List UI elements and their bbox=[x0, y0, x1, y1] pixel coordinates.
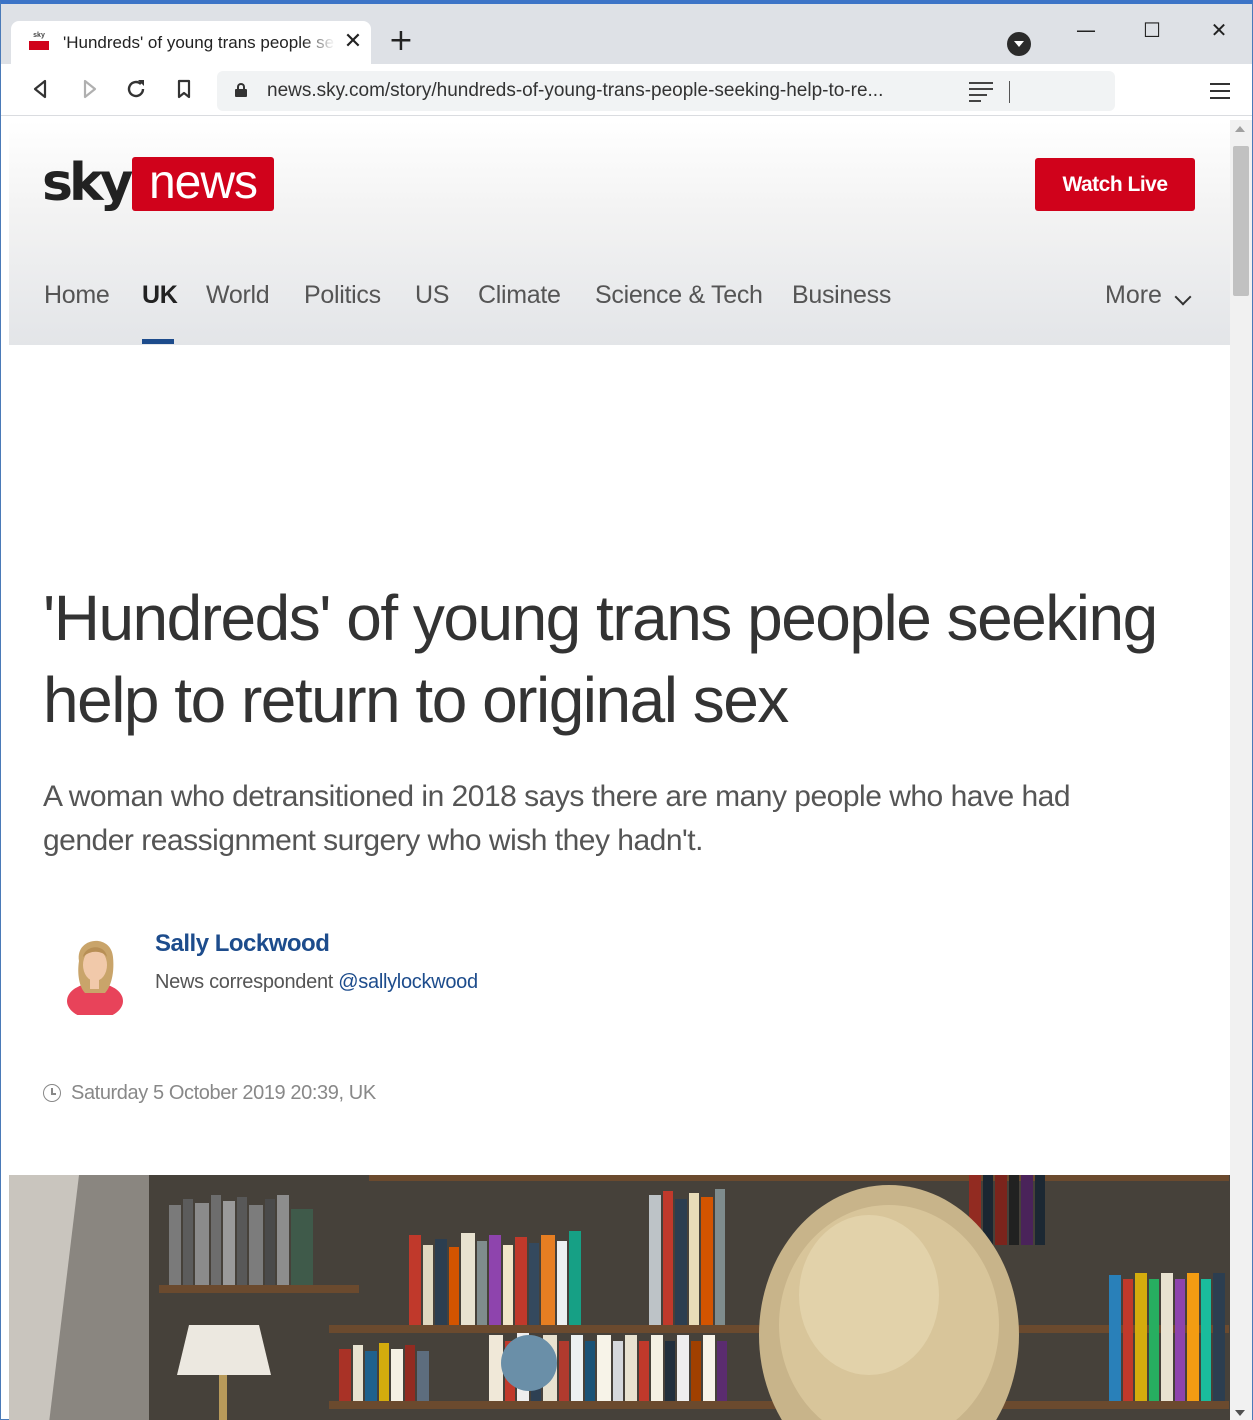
browser-toolbar: news.sky.com/story/hundreds-of-young-tra… bbox=[1, 64, 1252, 116]
nav-item-business[interactable]: Business bbox=[792, 281, 891, 310]
article-standfirst: A woman who detransitioned in 2018 says … bbox=[43, 780, 1071, 857]
clock-icon bbox=[43, 1084, 61, 1102]
minimize-button[interactable]: — bbox=[1061, 10, 1111, 50]
nav-item-uk[interactable]: UK bbox=[142, 281, 178, 310]
watch-live-button[interactable]: Watch Live bbox=[1035, 158, 1195, 211]
browser-tab[interactable]: sky 'Hundreds' of young trans people see… bbox=[11, 21, 371, 64]
article-headline: 'Hundreds' of young trans people seeking… bbox=[43, 582, 1158, 736]
forward-icon[interactable] bbox=[76, 76, 102, 102]
reader-view-icon[interactable] bbox=[969, 82, 993, 102]
omnibox-divider bbox=[1009, 81, 1010, 103]
menu-icon[interactable] bbox=[1210, 83, 1230, 99]
author-name-link[interactable]: Sally Lockwood bbox=[155, 930, 330, 958]
tab-close-icon[interactable]: ✕ bbox=[341, 30, 365, 54]
nav-item-science-tech[interactable]: Science & Tech bbox=[595, 281, 763, 310]
hero-image[interactable] bbox=[9, 1175, 1230, 1420]
nav-active-indicator bbox=[142, 339, 174, 344]
close-window-button[interactable]: ✕ bbox=[1194, 10, 1244, 50]
sky-news-favicon-icon: sky bbox=[27, 32, 51, 52]
title-bar: sky 'Hundreds' of young trans people see… bbox=[1, 4, 1252, 64]
masthead: sky news Watch Live Home UK World Politi… bbox=[9, 121, 1230, 345]
author-role-text: News correspondent bbox=[155, 971, 334, 993]
chevron-down-icon[interactable] bbox=[1174, 288, 1192, 306]
nav-item-us[interactable]: US bbox=[415, 281, 449, 310]
article-timestamp: Saturday 5 October 2019 20:39, UK bbox=[71, 1082, 376, 1104]
nav-item-home[interactable]: Home bbox=[44, 281, 110, 310]
maximize-button[interactable]: ☐ bbox=[1127, 10, 1177, 50]
reload-icon[interactable] bbox=[123, 76, 149, 102]
nav-item-world[interactable]: World bbox=[206, 281, 270, 310]
author-role: News correspondent @sallylockwood bbox=[155, 971, 478, 994]
url-text[interactable]: news.sky.com/story/hundreds-of-young-tra… bbox=[267, 80, 957, 102]
page-content: sky news Watch Live Home UK World Politi… bbox=[9, 121, 1230, 1420]
tab-title: 'Hundreds' of young trans people seeking… bbox=[63, 33, 335, 52]
back-icon[interactable] bbox=[28, 76, 54, 102]
scroll-up-icon[interactable] bbox=[1235, 126, 1245, 132]
profile-icon[interactable] bbox=[1007, 32, 1031, 56]
bookmark-icon[interactable] bbox=[171, 76, 197, 102]
logo-news-text: news bbox=[132, 157, 274, 211]
nav-item-politics[interactable]: Politics bbox=[304, 281, 381, 310]
lock-icon[interactable] bbox=[235, 83, 247, 97]
logo-sky-text: sky bbox=[42, 153, 133, 213]
address-bar[interactable]: news.sky.com/story/hundreds-of-young-tra… bbox=[217, 71, 1115, 111]
author-twitter-link[interactable]: @sallylockwood bbox=[338, 971, 478, 993]
new-tab-button[interactable]: + bbox=[386, 26, 416, 56]
vertical-scrollbar[interactable] bbox=[1230, 120, 1252, 1420]
author-avatar[interactable] bbox=[61, 927, 127, 1019]
scroll-thumb[interactable] bbox=[1233, 146, 1249, 296]
browser-window: sky 'Hundreds' of young trans people see… bbox=[0, 0, 1253, 1420]
nav-more-button[interactable]: More bbox=[1105, 281, 1162, 310]
scroll-down-icon[interactable] bbox=[1235, 1410, 1245, 1416]
nav-item-climate[interactable]: Climate bbox=[478, 281, 561, 310]
